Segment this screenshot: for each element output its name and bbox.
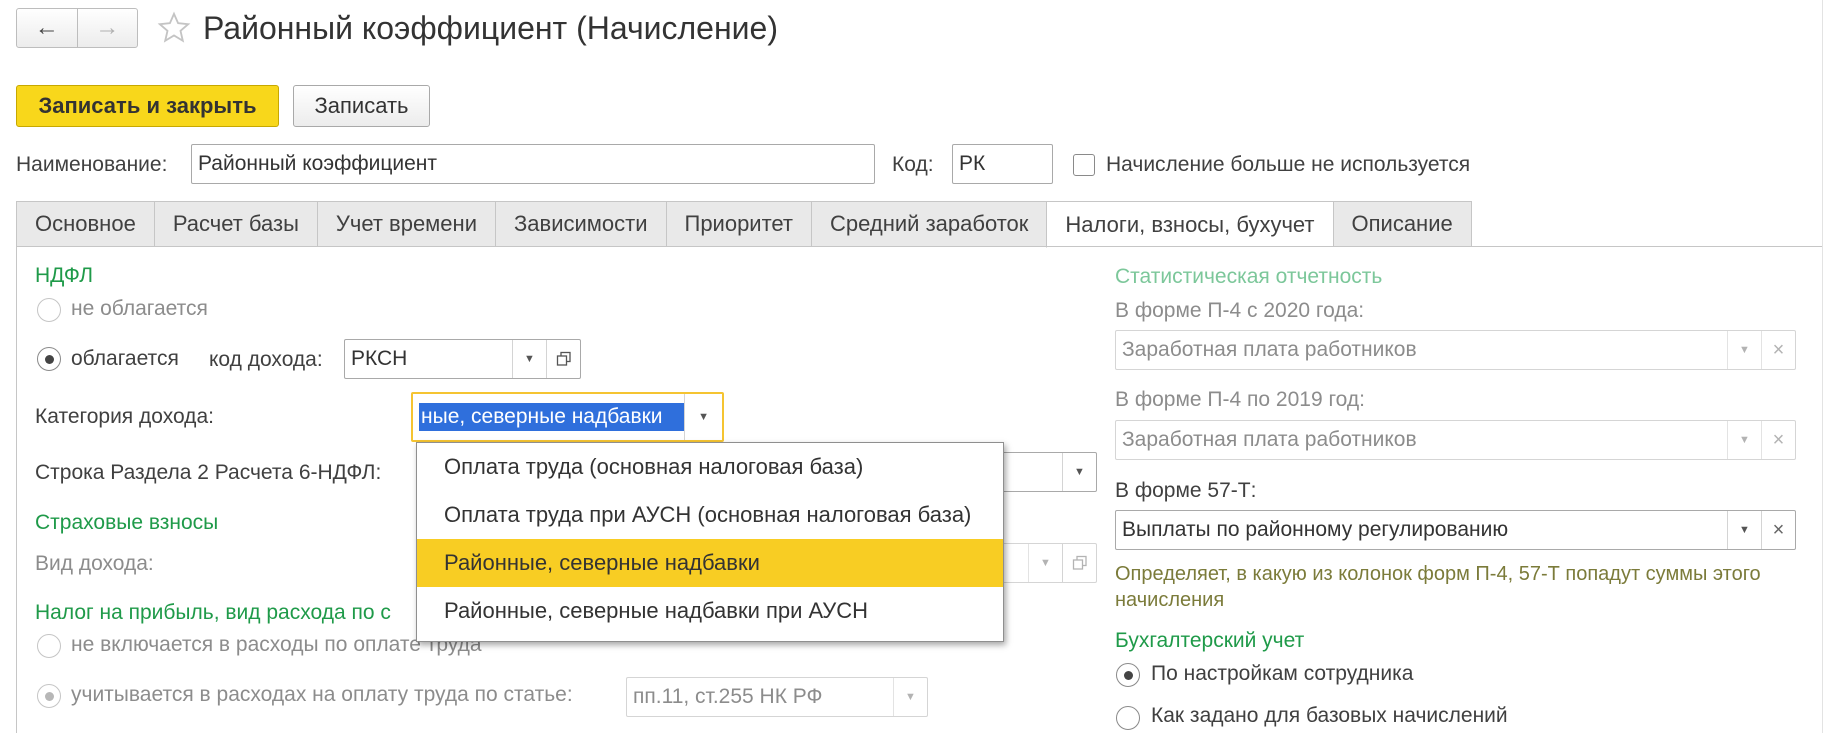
tab-divider [16,246,1840,247]
code-value: РК [959,152,986,175]
p4-2019-value: Заработная плата работников [1122,428,1417,451]
dropdown-arrow-icon[interactable]: ▼ [893,678,927,716]
window-title: Районный коэффициент (Начисление) [203,10,778,46]
income-type-label: Вид дохода: [35,552,154,575]
dropdown-option[interactable]: Районные, северные надбавки при АУСН [417,587,1003,635]
code-label: Код: [892,153,934,176]
by-employee-radio[interactable] [1116,663,1140,687]
dropdown-option[interactable]: Оплата труда при АУСН (основная налогова… [417,491,1003,539]
dropdown-arrow-icon[interactable]: ▼ [512,340,546,378]
p4-2019-field[interactable]: Заработная плата работников ▼ × [1115,420,1796,460]
line-6ndfl-label: Строка Раздела 2 Расчета 6-НДФЛ: [35,461,382,484]
dropdown-arrow-icon[interactable]: ▼ [1727,511,1761,549]
income-category-label: Категория дохода: [35,405,214,428]
back-arrow-icon[interactable]: ← [17,9,77,47]
p4-2020-value: Заработная плата работников [1122,338,1417,361]
tab-dependencies[interactable]: Зависимости [494,201,666,247]
p4-2020-field[interactable]: Заработная плата работников ▼ × [1115,330,1796,370]
income-code-label: код дохода: [209,348,323,371]
article-value: пп.11, ст.255 НК РФ [633,685,823,708]
tab-description[interactable]: Описание [1332,201,1472,247]
clear-icon[interactable]: × [1761,331,1795,369]
taxed-radio[interactable] [37,347,61,371]
save-and-close-button[interactable]: Записать и закрыть [16,85,279,127]
not-included-radio[interactable] [37,634,61,658]
unused-checkbox[interactable] [1073,154,1095,176]
tab-priority[interactable]: Приоритет [665,201,812,247]
tab-base-calc[interactable]: Расчет базы [153,201,317,247]
income-category-field[interactable]: ные, северные надбавки ▼ [411,392,724,442]
dropdown-arrow-icon[interactable]: ▼ [1727,421,1761,459]
statistics-hint: Определяет, в какую из колонок форм П-4,… [1115,563,1761,611]
included-radio[interactable] [37,684,61,708]
income-category-dropdown: Оплата труда (основная налоговая база) О… [416,442,1004,642]
taxed-label: облагается [71,347,179,370]
dropdown-option[interactable]: Оплата труда (основная налоговая база) [417,443,1003,491]
p4-2020-label: В форме П-4 с 2020 года: [1115,299,1365,322]
insurance-section-title: Страховые взносы [35,511,219,534]
open-icon[interactable] [1062,544,1096,582]
ndfl-section-title: НДФЛ [35,264,93,287]
income-category-value: ные, северные надбавки [419,403,685,431]
by-employee-label: По настройкам сотрудника [1151,662,1414,685]
profit-tax-section-title: Налог на прибыль, вид расхода по с [35,601,391,624]
tab-average-earnings[interactable]: Средний заработок [811,201,1047,247]
clear-icon[interactable]: × [1761,511,1795,549]
accounting-section-title: Бухгалтерский учет [1115,629,1305,652]
dropdown-arrow-icon[interactable]: ▼ [684,394,722,440]
as-base-radio[interactable] [1116,706,1140,730]
included-label: учитывается в расходах на оплату труда п… [71,683,573,706]
dropdown-arrow-icon[interactable]: ▼ [1727,331,1761,369]
dropdown-arrow-icon[interactable]: ▼ [1028,544,1062,582]
clear-icon[interactable]: × [1761,421,1795,459]
history-nav: ← → [16,8,138,48]
open-icon[interactable] [546,340,580,378]
not-taxed-label: не облагается [71,297,208,320]
article-field[interactable]: пп.11, ст.255 НК РФ ▼ [626,677,928,717]
f57t-label: В форме 57-Т: [1115,479,1257,502]
name-value: Районный коэффициент [198,152,438,175]
name-label: Наименование: [16,153,168,176]
dropdown-option-selected[interactable]: Районные, северные надбавки [417,539,1003,587]
tab-time-accounting[interactable]: Учет времени [316,201,495,247]
tab-main[interactable]: Основное [16,201,154,247]
as-base-label: Как задано для базовых начислений [1151,704,1508,727]
unused-label: Начисление больше не используется [1106,153,1471,176]
p4-2019-label: В форме П-4 по 2019 год: [1115,388,1365,411]
code-field[interactable]: РК [952,144,1053,184]
save-button[interactable]: Записать [293,85,430,127]
vertical-scrollbar[interactable] [1822,0,1840,733]
tab-bar: Основное Расчет базы Учет времени Зависи… [16,201,1472,248]
name-field[interactable]: Районный коэффициент [191,144,875,184]
forward-arrow-icon[interactable]: → [76,9,138,47]
f57t-field[interactable]: Выплаты по районному регулированию ▼ × [1115,510,1796,550]
tab-panel-border [16,246,17,733]
statistics-section-title: Статистическая отчетность [1115,265,1383,288]
f57t-value: Выплаты по районному регулированию [1122,518,1509,541]
dropdown-arrow-icon[interactable]: ▼ [1062,453,1096,491]
not-taxed-radio[interactable] [37,298,61,322]
income-code-field[interactable]: РКСН ▼ [344,339,581,379]
income-code-value: РКСН [351,347,408,370]
tab-taxes[interactable]: Налоги, взносы, бухучет [1046,201,1333,248]
favorite-star-icon[interactable] [157,11,191,45]
